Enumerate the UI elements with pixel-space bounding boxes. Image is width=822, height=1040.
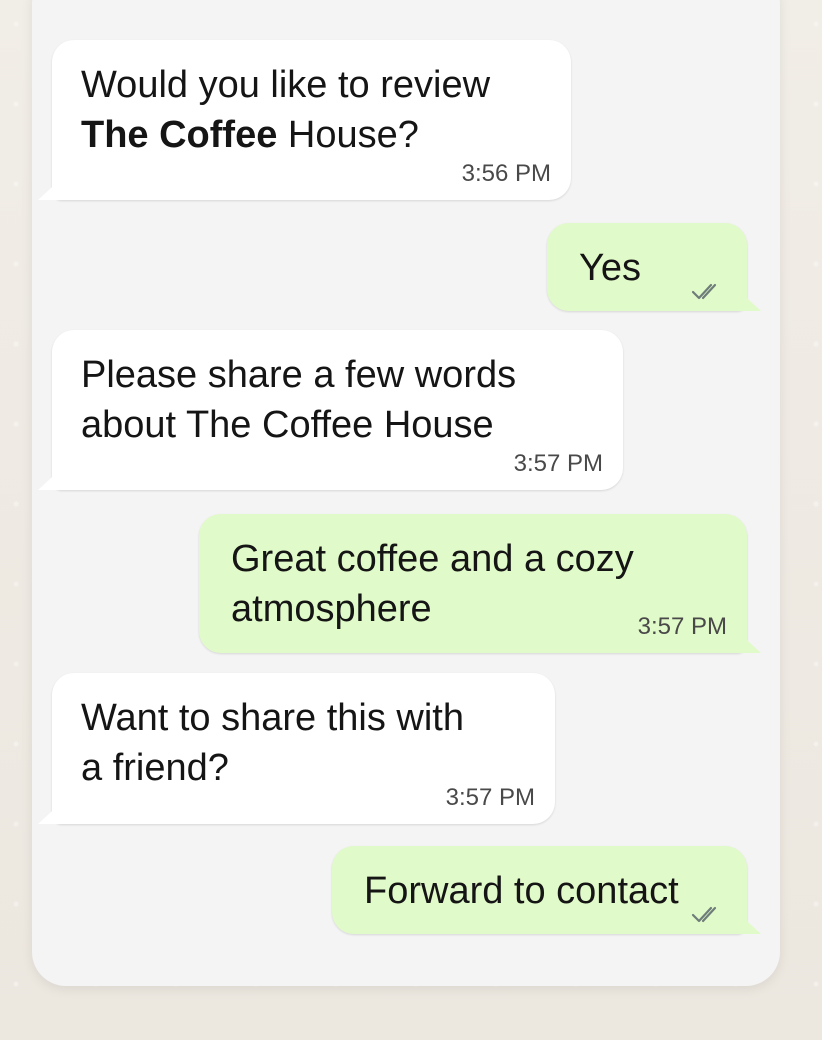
business-name: The Coffee (81, 114, 278, 156)
message-text: Forward to contact (364, 870, 679, 912)
message-time: 3:56 PM (461, 160, 551, 187)
chat-window: Would you like to review The Coffee Hous… (32, 0, 780, 986)
message-bubble-incoming[interactable]: Would you like to review The Coffee Hous… (52, 40, 571, 200)
message-bubble-outgoing[interactable]: Yes (547, 223, 747, 311)
message-time: 3:57 PM (445, 784, 535, 811)
double-check-icon (691, 281, 725, 301)
message-time: 3:57 PM (513, 450, 603, 477)
message-bubble-incoming[interactable]: Want to share this with a friend? 3:57 P… (52, 673, 555, 824)
message-time: 3:57 PM (637, 613, 727, 640)
message-text: Want to share this with a friend? (81, 697, 464, 789)
message-text: Please share a few words about The Coffe… (81, 354, 517, 446)
message-bubble-outgoing[interactable]: Great coffee and a cozy atmosphere 3:57 … (199, 514, 747, 653)
message-text: Would you like to review The Coffee Hous… (81, 64, 491, 156)
message-bubble-outgoing[interactable]: Forward to contact (332, 846, 747, 934)
double-check-icon (691, 904, 725, 924)
message-bubble-incoming[interactable]: Please share a few words about The Coffe… (52, 330, 623, 490)
